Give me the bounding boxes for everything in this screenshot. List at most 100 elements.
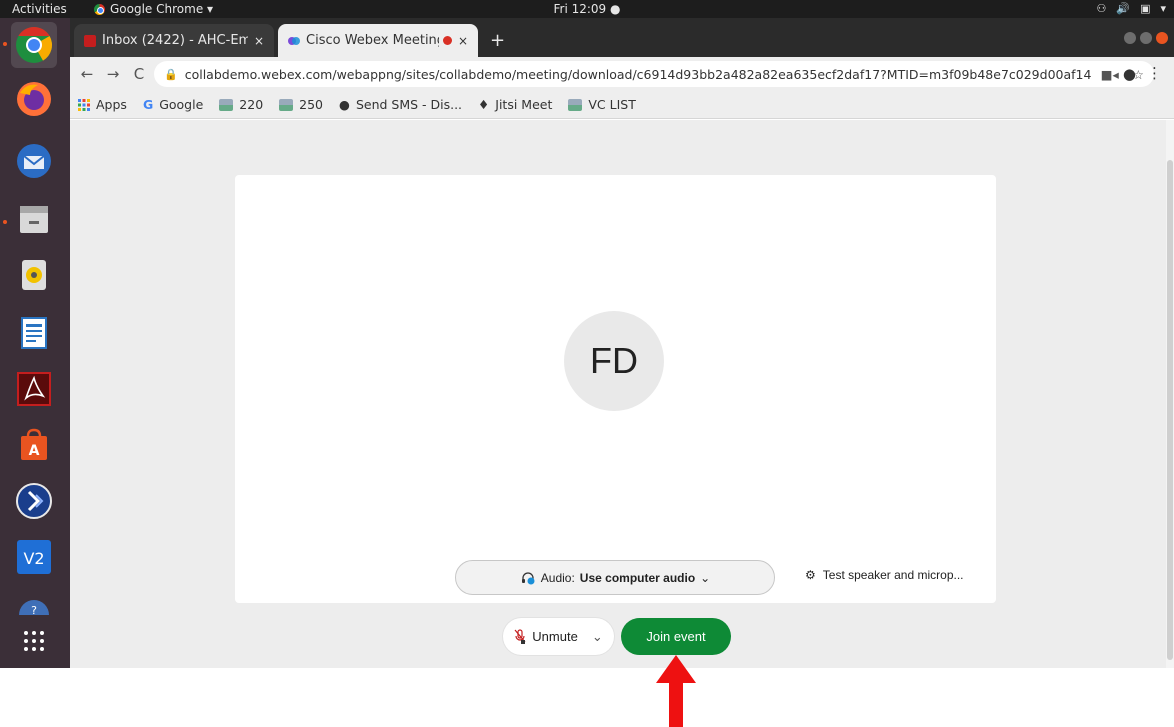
chevron-down-icon: ⌄ xyxy=(700,570,711,585)
forward-button[interactable]: → xyxy=(100,65,126,83)
bookmark-label: VC LIST xyxy=(588,97,636,112)
clock[interactable]: Fri 12:09 ● xyxy=(554,2,621,16)
gnome-top-bar: Activities Google Chrome ▾ Fri 12:09 ● ⚇… xyxy=(0,0,1174,18)
image-favicon-icon xyxy=(279,98,294,111)
app-grid-icon xyxy=(24,631,44,651)
webex-favicon-icon xyxy=(288,36,300,45)
bookmark-250[interactable]: 250 xyxy=(279,97,323,112)
svg-text:V2: V2 xyxy=(23,549,44,568)
bookmark-220[interactable]: 220 xyxy=(219,97,263,112)
app-menu[interactable]: Google Chrome ▾ xyxy=(94,2,213,16)
dock-item-rhythmbox[interactable] xyxy=(11,252,57,298)
dock-item-help[interactable]: ? xyxy=(11,590,57,620)
dock-item-software-center[interactable]: A xyxy=(11,422,57,468)
back-button[interactable]: ← xyxy=(74,65,100,83)
dock-item-vnc[interactable]: V2 xyxy=(11,534,57,580)
help-icon: ? xyxy=(19,600,49,615)
running-indicator xyxy=(3,42,7,46)
apps-grid-icon xyxy=(78,98,90,111)
ubuntu-dock: A V2 ? xyxy=(0,18,70,668)
system-tray[interactable]: ⚇ 🔊 ▣ ▾ xyxy=(1096,2,1166,15)
page-scrollbar[interactable] xyxy=(1166,120,1174,668)
dock-item-acrobat[interactable] xyxy=(11,366,57,412)
bookmark-label: Google xyxy=(159,97,204,112)
chevron-down-icon[interactable]: ⌄ xyxy=(592,629,603,645)
headset-icon xyxy=(521,571,535,584)
google-g-icon: G xyxy=(142,97,154,112)
network-icon: ⚇ xyxy=(1096,2,1107,15)
chrome-icon xyxy=(16,26,53,63)
muted-microphone-icon xyxy=(514,628,526,644)
writer-icon xyxy=(21,317,47,349)
dock-item-anydesk[interactable] xyxy=(11,478,57,524)
tab-title: Cisco Webex Meetings xyxy=(306,33,439,48)
bookmark-label: Apps xyxy=(96,97,127,112)
dock-item-files[interactable] xyxy=(11,196,57,242)
bookmark-apps[interactable]: Apps xyxy=(78,97,127,112)
battery-icon: ▣ xyxy=(1140,2,1151,15)
running-indicator xyxy=(3,220,7,224)
new-tab-button[interactable]: + xyxy=(490,30,505,51)
lock-icon[interactable]: 🔒 xyxy=(164,68,178,81)
tab-webex[interactable]: Cisco Webex Meetings × xyxy=(278,24,478,57)
svg-text:A: A xyxy=(29,443,40,459)
unmute-button[interactable]: Unmute ⌄ xyxy=(503,618,614,655)
dock-item-firefox[interactable] xyxy=(11,76,57,122)
thunderbird-icon xyxy=(17,144,51,178)
app-menu-label: Google Chrome ▾ xyxy=(110,2,214,16)
system-menu-chevron-icon: ▾ xyxy=(1160,2,1166,15)
window-controls xyxy=(1124,32,1168,44)
acrobat-icon xyxy=(17,372,51,406)
mail-favicon-icon xyxy=(84,34,96,47)
test-speaker-label: Test speaker and microp... xyxy=(822,568,964,582)
bookmark-label: 220 xyxy=(239,97,264,112)
vnc-icon: V2 xyxy=(17,540,51,574)
files-icon xyxy=(20,206,48,233)
dock-item-writer[interactable] xyxy=(11,310,57,356)
preview-card: FD Audio: Use computer audio ⌄ ⚙ Test sp… xyxy=(235,175,996,603)
bookmark-label: 250 xyxy=(299,97,324,112)
bookmark-google[interactable]: G Google xyxy=(143,97,203,112)
image-favicon-icon xyxy=(568,98,583,111)
dock-item-chrome[interactable] xyxy=(11,22,57,68)
tab-inbox[interactable]: Inbox (2422) - AHC-Email × xyxy=(74,24,274,57)
jitsi-icon: ♦ xyxy=(478,97,490,112)
close-window-button[interactable] xyxy=(1156,32,1168,44)
join-event-button[interactable]: Join event xyxy=(621,618,731,655)
audio-connection-select[interactable]: Audio: Use computer audio ⌄ xyxy=(455,560,775,595)
bookmark-jitsi[interactable]: ♦ Jitsi Meet xyxy=(478,97,552,112)
test-speaker-link[interactable]: ⚙ Test speaker and microp... xyxy=(805,568,964,582)
show-applications-button[interactable] xyxy=(11,618,57,664)
scrollbar-thumb[interactable] xyxy=(1167,160,1173,660)
recording-indicator-icon xyxy=(442,36,452,45)
url-text[interactable]: collabdemo.webex.com/webappng/sites/coll… xyxy=(185,67,1091,82)
firefox-icon xyxy=(17,82,51,116)
globe-icon: ● xyxy=(339,97,350,112)
bookmark-vc-list[interactable]: VC LIST xyxy=(568,97,636,112)
reload-button[interactable]: C xyxy=(126,65,152,83)
tab-title: Inbox (2422) - AHC-Email xyxy=(102,33,248,48)
gear-icon: ⚙ xyxy=(805,568,816,582)
avatar: FD xyxy=(564,311,664,411)
chrome-icon xyxy=(94,3,105,15)
annotation-arrow-icon xyxy=(656,655,696,727)
audio-label: Audio: xyxy=(540,570,575,585)
activities-button[interactable]: Activities xyxy=(12,2,67,16)
image-favicon-icon xyxy=(219,98,234,111)
camera-in-use-icon[interactable]: ■◂ xyxy=(1101,67,1119,82)
dock-item-thunderbird[interactable] xyxy=(11,138,57,184)
tab-close-icon[interactable]: × xyxy=(458,34,468,48)
profile-icon[interactable]: ● xyxy=(1123,65,1136,83)
tab-close-icon[interactable]: × xyxy=(254,34,264,48)
bookmark-label: Jitsi Meet xyxy=(495,97,553,112)
audio-value: Use computer audio xyxy=(579,570,696,585)
rhythmbox-icon xyxy=(22,260,46,290)
minimize-button[interactable] xyxy=(1124,32,1136,44)
address-bar[interactable]: 🔒 collabdemo.webex.com/webappng/sites/co… xyxy=(154,61,1154,87)
bookmarks-bar: Apps G Google 220 250 ● Send SMS - Dis..… xyxy=(70,91,1174,119)
anydesk-icon xyxy=(16,483,52,519)
bookmark-send-sms[interactable]: ● Send SMS - Dis... xyxy=(339,97,462,112)
svg-text:?: ? xyxy=(31,604,37,615)
chrome-menu-icon[interactable]: ⋮ xyxy=(1147,64,1162,82)
maximize-button[interactable] xyxy=(1140,32,1152,44)
